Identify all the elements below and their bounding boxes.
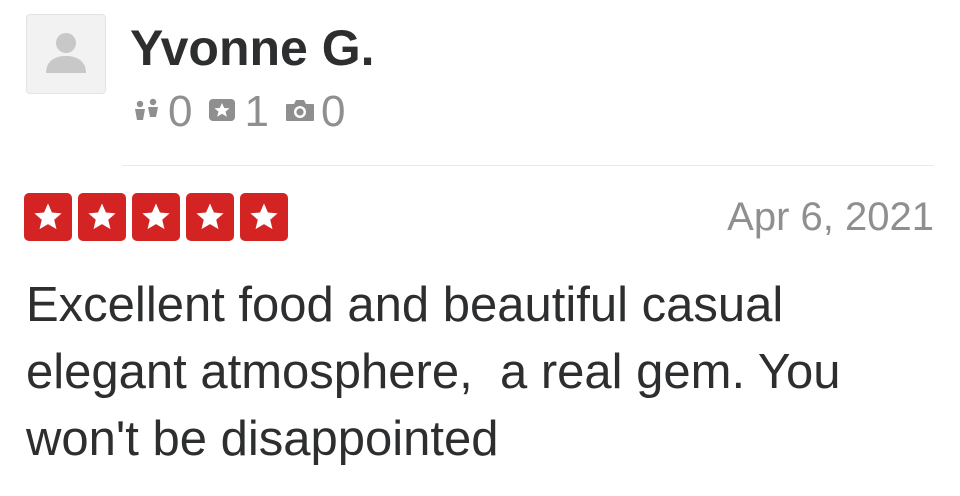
- photos-stat: 0: [283, 90, 345, 134]
- user-name[interactable]: Yvonne G.: [130, 20, 375, 76]
- friends-icon: [130, 95, 164, 130]
- photos-count: 0: [320, 87, 346, 136]
- user-stats: 0 1 0: [130, 90, 359, 134]
- star-icon: [240, 193, 288, 241]
- photos-icon: [283, 95, 317, 130]
- star-icon: [78, 193, 126, 241]
- review-text: Excellent food and beautiful casual eleg…: [26, 278, 855, 466]
- user-silhouette-icon: [46, 33, 86, 73]
- reviewer-header: Yvonne G. 0 1 0: [26, 14, 936, 144]
- star-icon: [186, 193, 234, 241]
- reviews-stat: 1: [206, 87, 269, 136]
- reviews-icon: [206, 95, 240, 130]
- star-rating: [24, 193, 294, 241]
- friends-count: 0: [168, 87, 193, 136]
- section-divider: [122, 165, 934, 166]
- friends-stat: 0: [130, 90, 192, 134]
- reviews-count: 1: [244, 87, 269, 136]
- review-date: Apr 6, 2021: [727, 195, 934, 239]
- star-icon: [132, 193, 180, 241]
- star-icon: [24, 193, 72, 241]
- avatar[interactable]: [26, 14, 106, 94]
